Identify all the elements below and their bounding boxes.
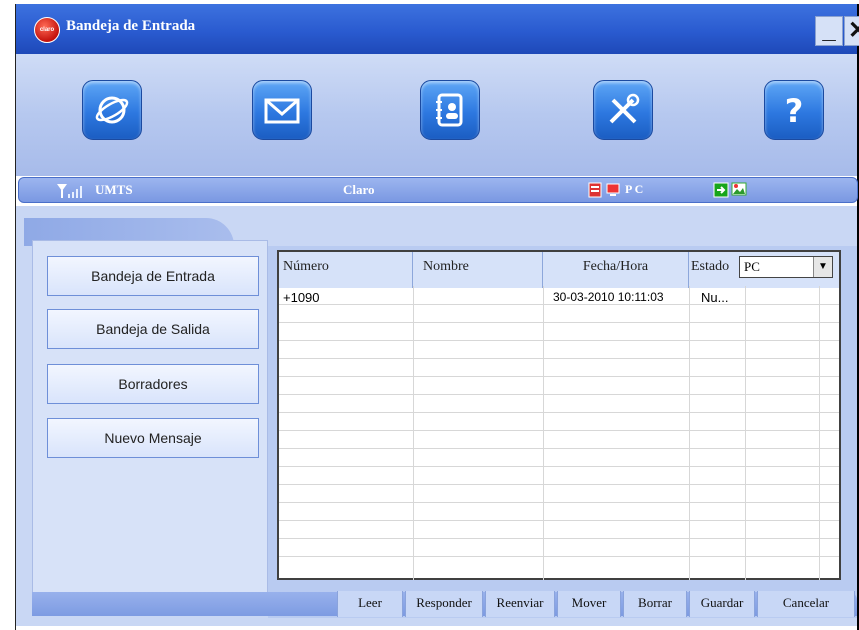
storage-filter-dropdown[interactable]: PC ▼ [739, 256, 833, 278]
cell-estado: Nu... [701, 290, 729, 305]
row-divider [279, 358, 839, 359]
minimize-button[interactable]: _ [815, 16, 843, 46]
claro-logo: claro [34, 17, 60, 43]
read-button[interactable]: Leer [337, 591, 403, 617]
window-title: Bandeja de Entrada [66, 18, 196, 34]
row-divider [279, 376, 839, 377]
column-header-numero[interactable]: Número [279, 252, 413, 288]
mail-envelope-icon [264, 98, 300, 124]
row-divider [279, 502, 839, 503]
reply-button[interactable]: Responder [405, 591, 483, 617]
column-divider [543, 286, 544, 580]
move-button[interactable]: Mover [557, 591, 621, 617]
title-bar: claro Bandeja de Entrada _ ✕ [16, 4, 859, 54]
messages-button[interactable] [252, 80, 312, 140]
column-header-nombre[interactable]: Nombre [413, 252, 543, 288]
cell-fecha: 30-03-2010 10:11:03 [553, 290, 664, 304]
column-divider [689, 286, 690, 580]
connect-arrow-icon [713, 182, 729, 198]
signal-strength-icon [57, 184, 82, 198]
row-divider [279, 340, 839, 341]
message-table: Número Nombre Fecha/Hora Estado PC ▼ +10… [277, 250, 841, 580]
pc-storage-icon [606, 183, 620, 196]
column-divider [819, 286, 820, 580]
internet-globe-icon [95, 96, 129, 124]
row-divider [279, 430, 839, 431]
cell-numero: +1090 [283, 290, 320, 305]
close-button[interactable]: ✕ [844, 16, 859, 46]
operator-name: Claro [343, 182, 375, 197]
cancel-button[interactable]: Cancelar [757, 591, 855, 617]
picture-icon [731, 182, 747, 196]
column-divider [413, 286, 414, 580]
sidebar-item-borradores[interactable]: Borradores [47, 364, 259, 404]
row-divider [279, 304, 839, 305]
row-divider [279, 556, 839, 557]
sidebar-item-bandeja-salida[interactable]: Bandeja de Salida [47, 309, 259, 349]
column-divider [745, 286, 746, 580]
row-divider [279, 394, 839, 395]
row-divider [279, 484, 839, 485]
status-bar: UMTS Claro P C [18, 177, 858, 203]
row-divider [279, 466, 839, 467]
storage-filter-value: PC [744, 259, 760, 274]
save-button[interactable]: Guardar [689, 591, 755, 617]
row-divider [279, 538, 839, 539]
sim-card-icon [588, 182, 602, 198]
chevron-down-icon[interactable]: ▼ [813, 257, 832, 277]
row-divider [279, 412, 839, 413]
network-type: UMTS [95, 182, 133, 197]
forward-button[interactable]: Reenviar [485, 591, 555, 617]
delete-button[interactable]: Borrar [623, 591, 687, 617]
row-divider [279, 520, 839, 521]
contacts-book-icon [436, 93, 463, 127]
help-question-icon: ? [785, 92, 804, 130]
row-divider [279, 448, 839, 449]
sidebar-item-bandeja-entrada[interactable]: Bandeja de Entrada [47, 256, 259, 296]
column-header-fecha[interactable]: Fecha/Hora [543, 252, 689, 288]
row-divider [279, 322, 839, 323]
settings-tools-icon [609, 93, 640, 124]
svg-text:?: ? [785, 92, 804, 130]
internet-button[interactable] [82, 80, 142, 140]
settings-button[interactable] [593, 80, 653, 140]
contacts-button[interactable] [420, 80, 480, 140]
storage-label: P C [625, 182, 644, 196]
sidebar-item-nuevo-mensaje[interactable]: Nuevo Mensaje [47, 418, 259, 458]
help-button[interactable]: ? [764, 80, 824, 140]
